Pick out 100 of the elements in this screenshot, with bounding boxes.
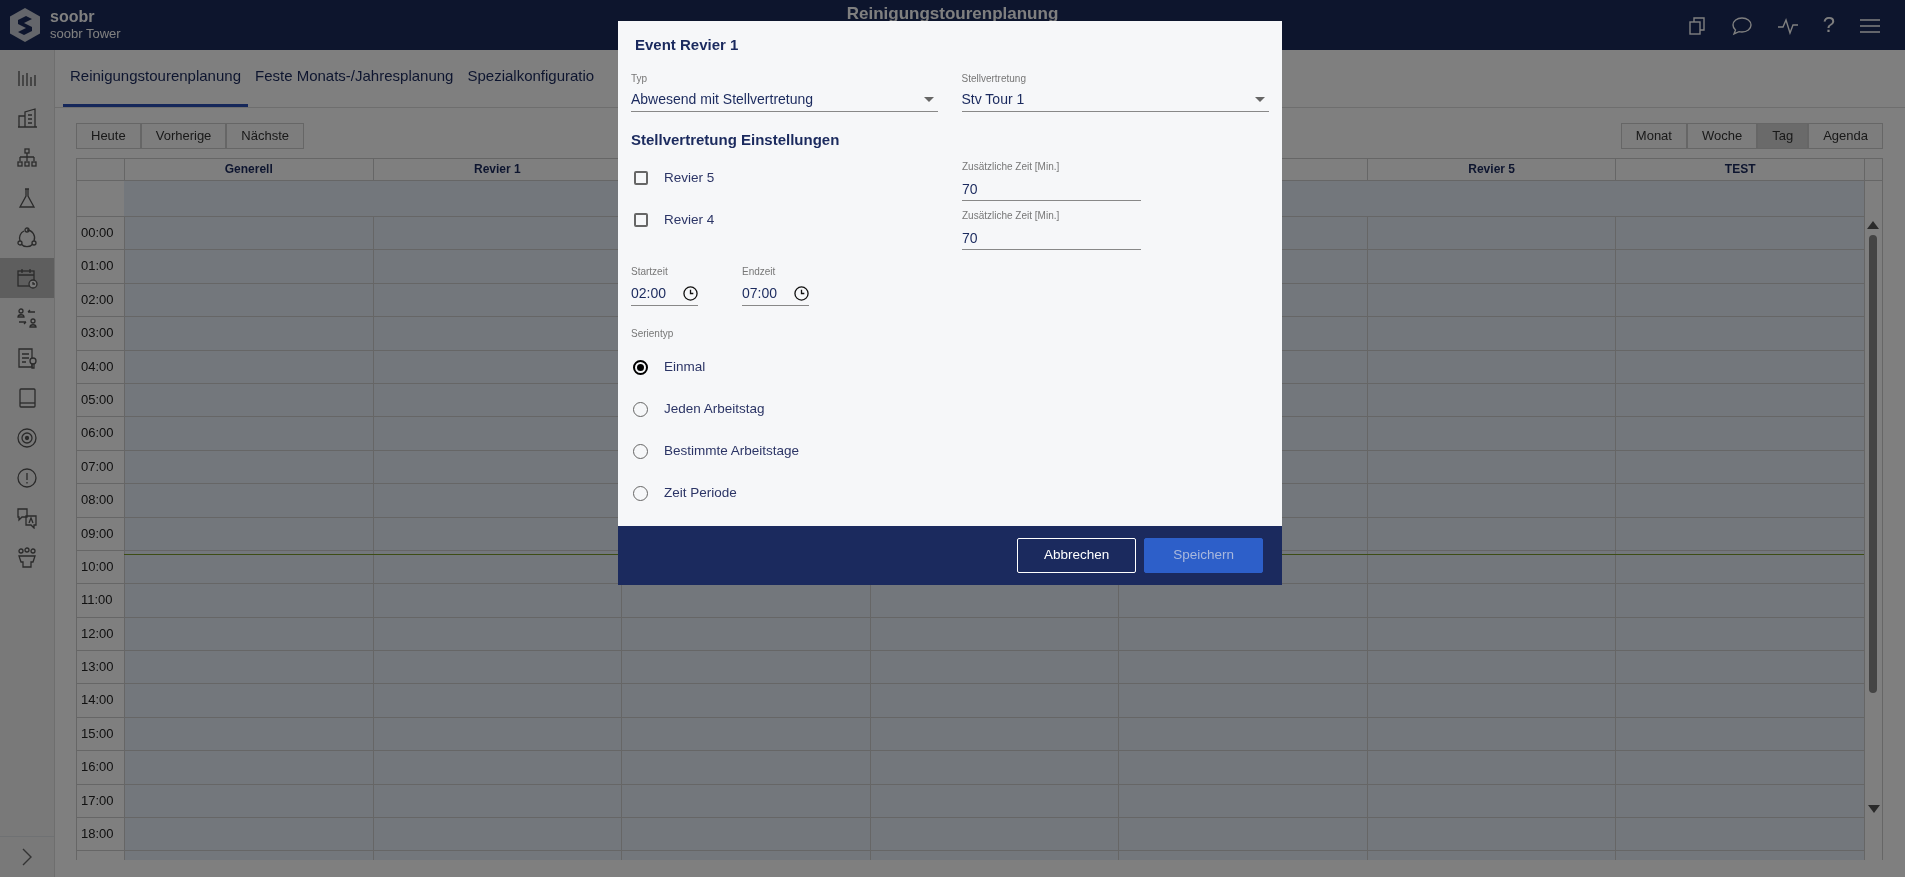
view-button[interactable]: Tag xyxy=(1757,123,1809,149)
calendar-cell[interactable] xyxy=(1615,383,1864,418)
nav-button[interactable]: Vorherige xyxy=(140,123,227,149)
target-icon xyxy=(16,427,38,449)
field-label: Stellvertretung xyxy=(961,72,1027,85)
clock-icon[interactable] xyxy=(794,286,809,301)
calendar-cell[interactable] xyxy=(1615,217,1864,251)
checkbox[interactable] xyxy=(634,213,648,227)
tab[interactable]: Feste Monats-/Jahresplanung xyxy=(248,49,461,107)
checkbox[interactable] xyxy=(634,171,648,185)
tab[interactable]: Spezialkonfiguratio xyxy=(460,49,602,107)
people-icon xyxy=(16,547,38,569)
translate-icon xyxy=(16,507,38,529)
building-icon xyxy=(16,107,38,129)
tab[interactable]: Reinigungstourenplanung xyxy=(63,49,248,107)
calendar-cell[interactable] xyxy=(1615,651,1864,685)
hierarchy-icon xyxy=(16,147,38,169)
field-label: Typ xyxy=(631,72,649,85)
nav-button[interactable]: Heute xyxy=(76,123,141,149)
calendar-cell[interactable] xyxy=(1615,684,1864,718)
calendar-cell[interactable] xyxy=(124,784,373,819)
calendar-cell[interactable] xyxy=(1615,250,1864,284)
calendar-cell[interactable] xyxy=(124,751,373,785)
flask-icon xyxy=(16,187,38,209)
cycle-icon xyxy=(16,227,38,249)
field-label: Startzeit xyxy=(631,266,669,278)
calendar-cell[interactable] xyxy=(1615,450,1864,485)
help-button[interactable]: ? xyxy=(1822,14,1835,36)
dialog-title: Event Revier 1 xyxy=(634,35,740,55)
calendar-cell[interactable] xyxy=(124,317,373,351)
scroll-down-icon[interactable] xyxy=(1868,804,1880,813)
field-label: Zusätzliche Zeit [Min.] xyxy=(962,210,1061,222)
radio-label: Zeit Periode xyxy=(664,483,737,502)
field-label: Zusätzliche Zeit [Min.] xyxy=(962,161,1061,173)
view-button[interactable]: Woche xyxy=(1686,123,1758,149)
calendar-cell[interactable] xyxy=(124,617,373,652)
time-field[interactable]: 02:00 xyxy=(631,282,698,306)
calendar-cell[interactable] xyxy=(124,383,373,418)
view-button[interactable]: Monat xyxy=(1620,123,1687,149)
calendar-cell[interactable] xyxy=(1615,517,1864,551)
caret-icon xyxy=(1255,97,1265,102)
radio-button[interactable] xyxy=(633,359,648,375)
checkbox-label: Revier 4 xyxy=(664,210,715,229)
alert-icon xyxy=(16,467,38,489)
calendar-cell[interactable] xyxy=(124,717,373,752)
calendar-cell[interactable] xyxy=(1615,350,1864,384)
radio-label: Bestimmte Arbeitstage xyxy=(664,441,800,460)
view-button[interactable]: Agenda xyxy=(1808,123,1883,149)
calendar-cell[interactable] xyxy=(1615,584,1864,618)
radio-label: Einmal xyxy=(664,357,706,376)
calendar-cell[interactable] xyxy=(1615,617,1864,652)
calendar-cell[interactable] xyxy=(124,350,373,384)
sidebar-item[interactable] xyxy=(0,258,54,298)
swap-users-icon xyxy=(16,307,38,329)
select-field[interactable]: Abwesend mit Stellvertretung xyxy=(631,88,938,112)
caret-icon xyxy=(923,97,934,102)
clock-icon[interactable] xyxy=(683,286,698,301)
number-field[interactable]: 70 xyxy=(962,178,1141,201)
calendar-cell[interactable] xyxy=(1615,484,1864,518)
time-field[interactable]: 07:00 xyxy=(742,282,809,306)
document-icon xyxy=(16,347,38,369)
calendar-cell[interactable] xyxy=(1615,784,1864,819)
checkbox-label: Revier 5 xyxy=(664,168,715,187)
calendar-cell[interactable] xyxy=(1615,417,1864,451)
page-title: Reinigungstourenplanung xyxy=(846,3,1059,25)
calendar-cell[interactable] xyxy=(869,584,1119,618)
calendar-cell[interactable] xyxy=(124,684,373,718)
calendar-cell[interactable] xyxy=(124,283,373,318)
tablet-icon xyxy=(16,387,38,409)
site-name: soobr Tower xyxy=(50,26,121,42)
calendar-cell[interactable] xyxy=(124,417,373,451)
radio-label: Jeden Arbeitstag xyxy=(664,399,765,418)
calendar-icon xyxy=(16,267,38,289)
select-field[interactable]: Stv Tour 1 xyxy=(961,88,1269,112)
field-label: Serientyp xyxy=(631,328,675,340)
field-label: Endzeit xyxy=(742,266,777,278)
calendar-cell[interactable] xyxy=(124,517,373,551)
calendar-cell[interactable] xyxy=(124,217,373,251)
calendar-cell[interactable] xyxy=(1615,751,1864,785)
calendar-cell[interactable] xyxy=(372,584,622,618)
calendar-cell[interactable] xyxy=(124,651,373,685)
number-field[interactable]: 70 xyxy=(962,227,1141,250)
nav-button[interactable]: Nächste xyxy=(226,123,305,149)
calendar-cell[interactable] xyxy=(1118,584,1367,618)
calendar-cell[interactable] xyxy=(1615,818,1864,852)
app-name: soobr xyxy=(50,8,96,26)
logo-icon xyxy=(8,7,42,43)
calendar-cell[interactable] xyxy=(1615,717,1864,752)
calendar-cell[interactable] xyxy=(124,450,373,485)
calendar-cell[interactable] xyxy=(124,484,373,518)
calendar-cell[interactable] xyxy=(124,584,373,618)
scrollbar-thumb[interactable] xyxy=(1869,235,1878,693)
calendar-cell[interactable] xyxy=(124,250,373,284)
calendar-cell[interactable] xyxy=(1615,283,1864,318)
calendar-cell[interactable] xyxy=(124,818,373,852)
section-title: Stellvertretung Einstellungen xyxy=(631,129,841,150)
calendar-cell[interactable] xyxy=(1615,317,1864,351)
cancel-button[interactable]: Abbrechen xyxy=(1016,538,1137,573)
scroll-up-icon[interactable] xyxy=(1867,221,1880,229)
calendar-cell[interactable] xyxy=(621,584,870,618)
